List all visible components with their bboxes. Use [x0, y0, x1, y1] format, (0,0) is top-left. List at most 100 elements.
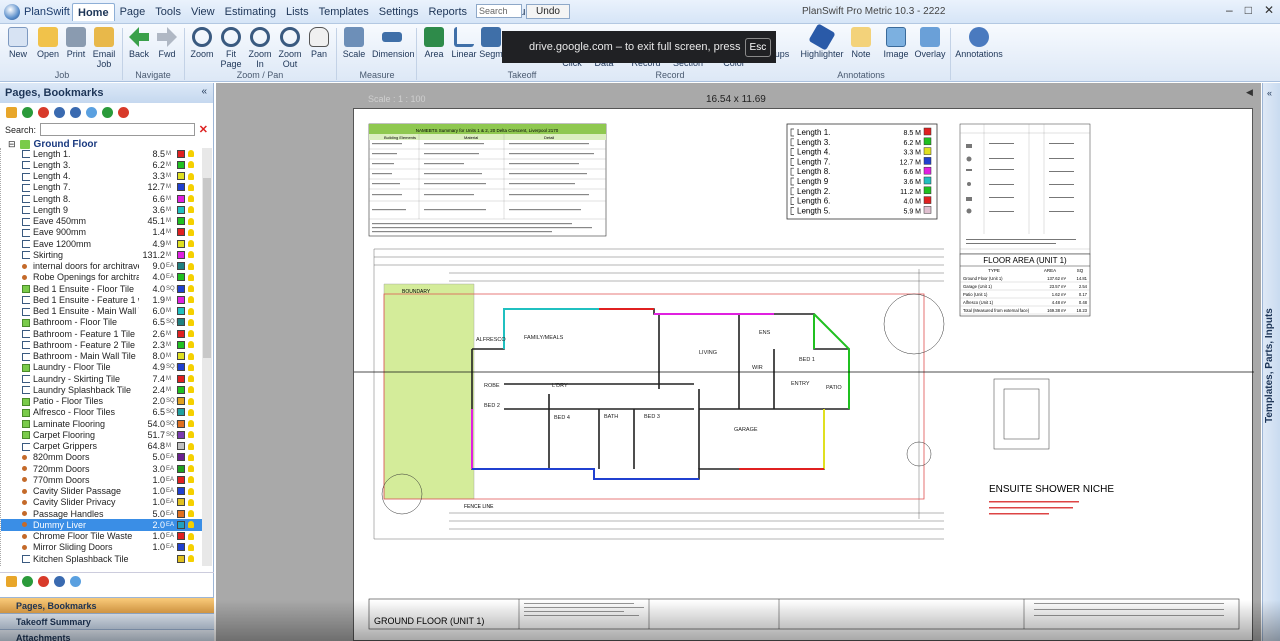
takeoff-item[interactable]: Length 9 3.6 M — [1, 204, 202, 215]
visibility-bulb-icon[interactable] — [188, 341, 194, 349]
new-button[interactable]: New — [2, 27, 34, 59]
color-swatch[interactable] — [177, 273, 185, 282]
color-swatch[interactable] — [177, 194, 185, 203]
visibility-bulb-icon[interactable] — [188, 476, 194, 484]
takeoff-item[interactable]: Bathroom - Feature 1 Tile 2.6 M — [1, 328, 202, 339]
highlighter-button[interactable]: Highlighter — [800, 23, 844, 59]
drawing-canvas[interactable]: Scale : 1 : 100 16.54 x 11.69 ◀ NAMEBTS … — [216, 83, 1261, 641]
color-swatch[interactable] — [177, 284, 185, 293]
color-swatch[interactable] — [177, 205, 185, 214]
color-swatch[interactable] — [177, 160, 185, 169]
takeoff-item[interactable]: Length 7. 12.7 M — [1, 182, 202, 193]
takeoff-item[interactable]: Eave 900mm 1.4 M — [1, 227, 202, 238]
scroll-right-icon[interactable]: ◀ — [1246, 87, 1253, 98]
takeoff-item[interactable]: Length 3. 6.2 M — [1, 159, 202, 170]
tab-reports[interactable]: Reports — [423, 3, 472, 21]
color-swatch[interactable] — [177, 329, 185, 338]
visibility-bulb-icon[interactable] — [188, 386, 194, 394]
panel-tab-pages-bookmarks[interactable]: Pages, Bookmarks — [0, 597, 214, 613]
expand-rail-icon[interactable]: « — [1267, 88, 1272, 98]
color-swatch[interactable] — [177, 239, 185, 248]
scale-button[interactable]: Scale — [338, 27, 370, 59]
takeoff-item[interactable]: Robe Openings for architraves 4.0EA — [1, 272, 202, 283]
color-swatch[interactable] — [177, 430, 185, 439]
color-swatch[interactable] — [177, 543, 185, 552]
visibility-bulb-icon[interactable] — [188, 206, 194, 214]
visibility-bulb-icon[interactable] — [188, 420, 194, 428]
tab-estimating[interactable]: Estimating — [220, 3, 281, 21]
takeoff-item[interactable]: Passage Handles 5.0 EA — [1, 508, 202, 519]
color-swatch[interactable] — [177, 262, 185, 271]
minimize-icon[interactable]: – — [1226, 3, 1233, 17]
color-swatch[interactable] — [177, 487, 185, 496]
visibility-bulb-icon[interactable] — [188, 183, 194, 191]
app-logo[interactable]: PlanSwift — [4, 4, 70, 20]
takeoff-item[interactable]: Carpet Grippers 64.8 M — [1, 441, 202, 452]
takeoff-item[interactable]: Kitchen Splashback Tile — [1, 553, 202, 564]
tab-home[interactable]: Home — [72, 3, 115, 21]
takeoff-item[interactable]: Bathroom - Feature 2 Tile 2.3 M — [1, 339, 202, 350]
color-swatch[interactable] — [177, 183, 185, 192]
visibility-bulb-icon[interactable] — [188, 195, 194, 203]
visibility-bulb-icon[interactable] — [188, 352, 194, 360]
properties-icon[interactable] — [70, 106, 81, 118]
takeoff-item[interactable]: Eave 450mm 45.1 M — [1, 216, 202, 227]
color-swatch[interactable] — [177, 464, 185, 473]
color-swatch[interactable] — [177, 149, 185, 158]
visibility-bulb-icon[interactable] — [188, 363, 194, 371]
color-swatch[interactable] — [177, 520, 185, 529]
takeoff-item[interactable]: Bed 1 Ensuite - Floor Tile 4.0 SQ M — [1, 283, 202, 294]
takeoff-item[interactable]: Cavity Slider Passage 1.0 EA — [1, 486, 202, 497]
takeoff-item[interactable]: Laminate Flooring 54.0 SQ M — [1, 418, 202, 429]
color-swatch[interactable] — [177, 408, 185, 417]
visibility-bulb-icon[interactable] — [188, 375, 194, 383]
tab-page[interactable]: Page — [115, 3, 151, 21]
segment-button[interactable]: Segm — [478, 27, 504, 59]
takeoff-item[interactable]: Carpet Flooring 51.7 SQ M — [1, 429, 202, 440]
color-swatch[interactable] — [177, 295, 185, 304]
takeoff-item[interactable]: Length 1. 8.5 M — [1, 148, 202, 159]
collapse-icon[interactable]: « — [201, 86, 207, 97]
color-swatch[interactable] — [177, 419, 185, 428]
visibility-bulb-icon[interactable] — [188, 532, 194, 540]
takeoff-item[interactable]: Cavity Slider Privacy 1.0 EA — [1, 497, 202, 508]
visibility-bulb-icon[interactable] — [188, 150, 194, 158]
panel-tab-attachments[interactable]: Attachments — [0, 629, 214, 641]
annotations-button[interactable]: Annotations — [953, 27, 1005, 59]
color-swatch[interactable] — [177, 554, 185, 563]
delete-icon[interactable] — [38, 106, 49, 118]
visibility-bulb-icon[interactable] — [188, 498, 194, 506]
add-icon[interactable] — [22, 575, 33, 587]
visibility-bulb-icon[interactable] — [188, 521, 194, 529]
color-swatch[interactable] — [177, 363, 185, 372]
visibility-bulb-icon[interactable] — [188, 487, 194, 495]
tab-tools[interactable]: Tools — [150, 3, 186, 21]
folder-icon[interactable] — [6, 106, 17, 118]
zoom-button[interactable]: Zoom — [186, 27, 218, 59]
fit-page-button[interactable]: Fit Page — [215, 27, 247, 69]
takeoff-item[interactable]: Laundry - Floor Tile 4.9 SQ M — [1, 362, 202, 373]
visibility-bulb-icon[interactable] — [188, 296, 194, 304]
overlay-button[interactable]: Overlay — [912, 27, 948, 59]
settings-icon[interactable] — [54, 106, 65, 118]
color-swatch[interactable] — [177, 217, 185, 226]
pan-button[interactable]: Pan — [303, 27, 335, 59]
takeoff-item[interactable]: Laundry Splashback Tile 2.4 M — [1, 384, 202, 395]
color-swatch[interactable] — [177, 307, 185, 316]
visibility-bulb-icon[interactable] — [188, 273, 194, 281]
search-input[interactable] — [40, 123, 195, 136]
zoom-out-button[interactable]: Zoom Out — [274, 27, 306, 69]
visibility-bulb-icon[interactable] — [188, 330, 194, 338]
visibility-bulb-icon[interactable] — [188, 228, 194, 236]
settings-icon[interactable] — [54, 575, 65, 587]
tab-templates[interactable]: Templates — [314, 3, 374, 21]
takeoff-item[interactable]: Bed 1 Ensuite - Main Wall Tile 6.0M — [1, 306, 202, 317]
visibility-bulb-icon[interactable] — [188, 442, 194, 450]
visibility-bulb-icon[interactable] — [188, 172, 194, 180]
note-button[interactable]: Note — [845, 27, 877, 59]
tree-scrollbar[interactable] — [202, 148, 212, 566]
visibility-bulb-icon[interactable] — [188, 240, 194, 248]
takeoff-item[interactable]: Bathroom - Floor Tile 6.5 SQ M — [1, 317, 202, 328]
zoom-in-button[interactable]: Zoom In — [244, 27, 276, 69]
visibility-bulb-icon[interactable] — [188, 285, 194, 293]
